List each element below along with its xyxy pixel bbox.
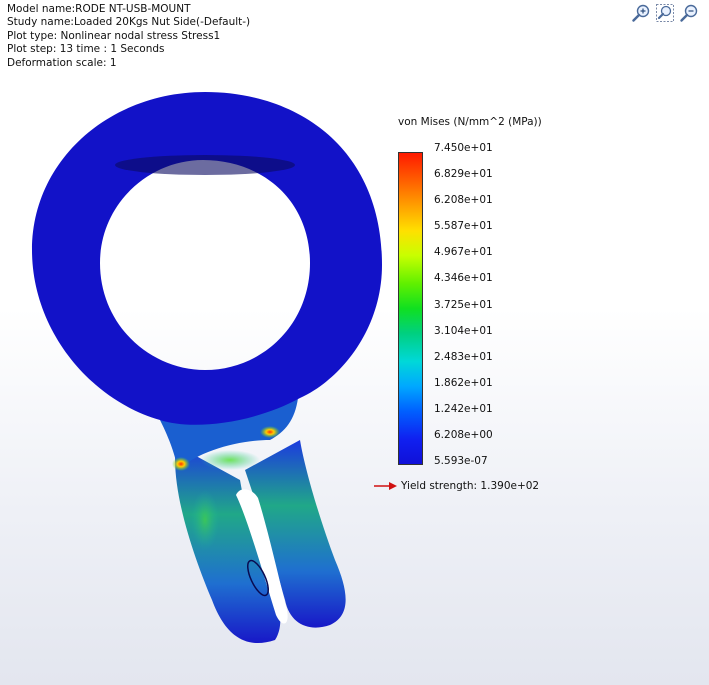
legend-tick: 1.242e+01 <box>434 402 493 415</box>
yield-strength: Yield strength: 1.390e+02 <box>374 480 539 492</box>
ring <box>32 92 382 425</box>
legend-tick: 4.346e+01 <box>434 272 493 285</box>
legend-tick: 2.483e+01 <box>434 350 493 363</box>
stress-zone-lower <box>191 490 219 550</box>
legend-tick: 5.587e+01 <box>434 220 493 233</box>
ring-inner-shadow <box>115 155 295 175</box>
legend-colorbar <box>398 152 423 465</box>
model-viewport[interactable] <box>0 0 709 685</box>
arrow-right-icon <box>374 482 397 490</box>
stress-spot-right <box>260 426 280 438</box>
mount-part <box>32 92 382 644</box>
legend-tick: 3.725e+01 <box>434 298 493 311</box>
stress-spot-left <box>172 457 190 471</box>
legend-title: von Mises (N/mm^2 (MPa)) <box>398 116 542 128</box>
legend-tick: 1.862e+01 <box>434 376 493 389</box>
yield-strength-label: Yield strength: 1.390e+02 <box>401 480 540 492</box>
stress-zone <box>200 450 260 470</box>
legend-tick: 5.593e-07 <box>434 455 488 467</box>
legend-tick: 7.450e+01 <box>434 142 493 154</box>
legend-tick: 4.967e+01 <box>434 246 493 259</box>
legend-tick: 6.829e+01 <box>434 168 493 181</box>
legend-tick: 6.208e+00 <box>434 428 493 441</box>
legend-tick: 3.104e+01 <box>434 324 493 337</box>
legend-tick: 6.208e+01 <box>434 194 493 207</box>
